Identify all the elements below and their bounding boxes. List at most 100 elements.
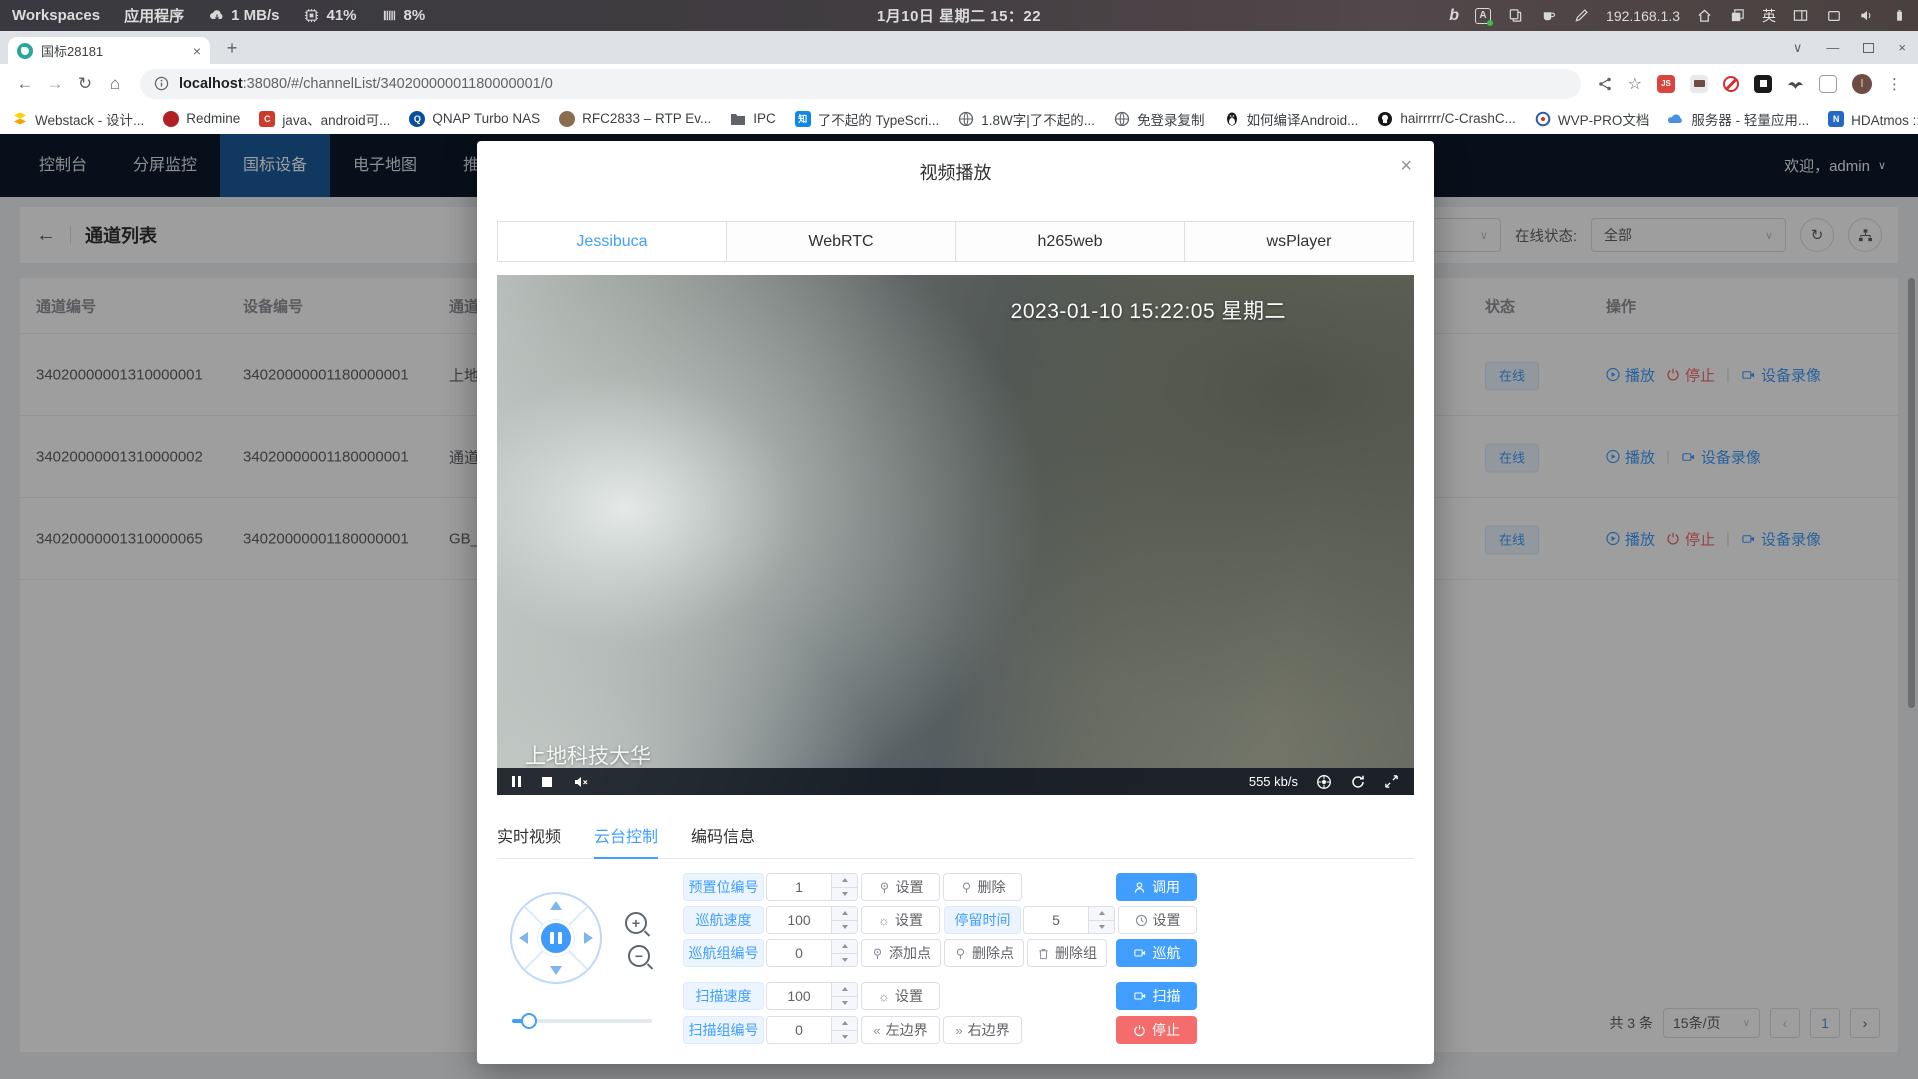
cruise-group-input[interactable]: 0 — [766, 939, 858, 967]
bookmark-item[interactable]: WVP-PRO文档 — [1535, 109, 1650, 129]
window-pin-icon[interactable]: ∨ — [1793, 40, 1803, 56]
video-canvas[interactable]: 2023-01-10 15:22:05 星期二 上地科技大华 555 kb/s — [497, 275, 1414, 795]
pause-icon[interactable] — [512, 776, 521, 787]
cruise-start-button[interactable]: 巡航 — [1116, 939, 1197, 967]
bookmark-item[interactable]: 1.8W字|了不起的... — [958, 109, 1095, 129]
number-stepper[interactable] — [831, 907, 857, 933]
tab-ptz-control[interactable]: 云台控制 — [594, 820, 658, 859]
zoom-in-icon[interactable]: + — [625, 912, 647, 934]
bookmark-star-icon[interactable]: ☆ — [1628, 74, 1642, 94]
bookmark-item[interactable]: N HDAtmos :: 种子 *... — [1828, 109, 1918, 129]
left-boundary-button[interactable]: « 左边界 — [861, 1016, 940, 1044]
input-language-indicator[interactable]: 英 — [1762, 6, 1776, 26]
extension-bat-icon[interactable] — [1787, 77, 1804, 90]
browser-tab[interactable]: 国标28181 × — [8, 37, 210, 64]
bookmark-item[interactable]: Webstack - 设计... — [12, 109, 144, 129]
new-tab-button[interactable]: + — [219, 35, 245, 61]
preset-set-button[interactable]: 设置 — [861, 873, 940, 901]
tab-jessibuca[interactable]: Jessibuca — [498, 222, 726, 261]
ptz-speed-slider[interactable] — [512, 1019, 652, 1023]
number-stepper[interactable] — [831, 874, 857, 900]
site-info-icon[interactable] — [154, 76, 169, 91]
tab-wsplayer[interactable]: wsPlayer — [1184, 222, 1413, 261]
preset-number-input[interactable]: 1 — [766, 873, 858, 901]
tab-close-icon[interactable]: × — [193, 44, 201, 58]
reload-button[interactable]: ↻ — [70, 74, 100, 94]
share-icon[interactable] — [1597, 76, 1613, 92]
ptz-direction-pad[interactable] — [510, 892, 602, 984]
scan-start-button[interactable]: 扫描 — [1116, 982, 1197, 1010]
tab-webrtc[interactable]: WebRTC — [726, 222, 955, 261]
stay-time-input[interactable]: 5 — [1023, 906, 1115, 934]
clipboard-icon[interactable] — [1507, 7, 1524, 24]
scan-group-input[interactable]: 0 — [766, 1016, 858, 1044]
mute-icon[interactable] — [573, 774, 589, 790]
extension-js-icon[interactable]: JS — [1657, 75, 1675, 93]
browser-menu-icon[interactable]: ⋮ — [1887, 75, 1902, 93]
window-minimize-button[interactable]: — — [1826, 40, 1839, 55]
cruise-speed-set-button[interactable]: ☼ 设置 — [861, 906, 940, 934]
bookmark-item[interactable]: 知 了不起的 TypeScri... — [795, 109, 940, 129]
address-bar[interactable]: localhost:38080/#/channelList/3402000000… — [140, 69, 1581, 99]
cruise-delete-group-button[interactable]: 删除组 — [1027, 939, 1107, 967]
speaker-icon[interactable] — [1858, 7, 1875, 24]
player-refresh-icon[interactable] — [1350, 774, 1366, 790]
tray-icon-b[interactable]: b — [1449, 7, 1459, 25]
cruise-delete-point-button[interactable]: 删除点 — [944, 939, 1024, 967]
bookmark-item[interactable]: Redmine — [163, 111, 240, 127]
home-icon[interactable] — [1696, 7, 1713, 24]
window-icon[interactable] — [1825, 7, 1842, 24]
stop-icon[interactable] — [542, 777, 552, 787]
number-stepper[interactable] — [831, 940, 857, 966]
bookmark-item[interactable]: 免登录复制 — [1114, 109, 1205, 129]
ptz-up-icon[interactable] — [550, 901, 562, 910]
back-button[interactable]: ← — [10, 74, 40, 94]
ptz-right-icon[interactable] — [584, 932, 593, 944]
forward-button[interactable]: → — [40, 74, 70, 94]
scan-speed-set-button[interactable]: ☼ 设置 — [861, 982, 940, 1010]
close-icon[interactable]: × — [1400, 156, 1412, 176]
bookmark-item[interactable]: RFC2833 – RTP Ev... — [559, 111, 711, 127]
stay-time-set-button[interactable]: 设置 — [1118, 906, 1197, 934]
battery-icon[interactable] — [1891, 7, 1908, 24]
cup-icon[interactable] — [1540, 7, 1557, 24]
bookmark-item[interactable]: 服务器 - 轻量应用... — [1668, 109, 1809, 129]
split-window-icon[interactable] — [1792, 7, 1809, 24]
ptz-left-icon[interactable] — [519, 932, 528, 944]
ptz-down-icon[interactable] — [550, 966, 562, 975]
tab-encoding-info[interactable]: 编码信息 — [691, 820, 755, 859]
profile-avatar[interactable]: l — [1852, 74, 1872, 94]
clock[interactable]: 1月10日 星期二 15：22 — [877, 5, 1041, 26]
scan-speed-input[interactable]: 100 — [766, 982, 858, 1010]
bookmark-item[interactable]: Q QNAP Turbo NAS — [409, 111, 540, 127]
home-button[interactable]: ⌂ — [100, 74, 130, 94]
bookmark-item[interactable]: hairrrrr/C-CrashC... — [1377, 111, 1516, 127]
slider-handle[interactable] — [521, 1013, 537, 1029]
cruise-add-point-button[interactable]: 添加点 — [861, 939, 941, 967]
cruise-speed-input[interactable]: 100 — [766, 906, 858, 934]
extension-square-icon[interactable] — [1754, 75, 1772, 93]
bookmark-item[interactable]: IPC — [730, 111, 776, 127]
fullscreen-icon[interactable] — [1384, 774, 1399, 789]
preset-call-button[interactable]: 调用 — [1116, 873, 1197, 901]
window-close-button[interactable]: × — [1898, 40, 1906, 55]
number-stepper[interactable] — [831, 983, 857, 1009]
workspaces-button[interactable]: Workspaces — [12, 7, 100, 24]
tab-h265web[interactable]: h265web — [955, 222, 1184, 261]
bookmark-item[interactable]: 如何编译Android... — [1224, 109, 1359, 129]
extension-van-icon[interactable] — [1690, 75, 1708, 93]
right-boundary-button[interactable]: » 右边界 — [943, 1016, 1022, 1044]
ip-address-indicator[interactable]: 192.168.1.3 — [1606, 8, 1680, 24]
number-stepper[interactable] — [1088, 907, 1114, 933]
number-stepper[interactable] — [831, 1017, 857, 1043]
ime-status-icon[interactable]: A — [1475, 8, 1491, 24]
zoom-out-icon[interactable]: − — [628, 945, 650, 967]
bookmark-item[interactable]: C java、android可... — [259, 109, 390, 129]
pen-icon[interactable] — [1573, 7, 1590, 24]
applications-button[interactable]: 应用程序 — [124, 5, 184, 26]
extension-light-icon[interactable] — [1819, 75, 1837, 93]
extension-blocker-icon[interactable] — [1723, 76, 1739, 92]
player-settings-icon[interactable] — [1316, 774, 1332, 790]
tab-live-video[interactable]: 实时视频 — [497, 820, 561, 859]
window-maximize-button[interactable] — [1863, 43, 1874, 53]
